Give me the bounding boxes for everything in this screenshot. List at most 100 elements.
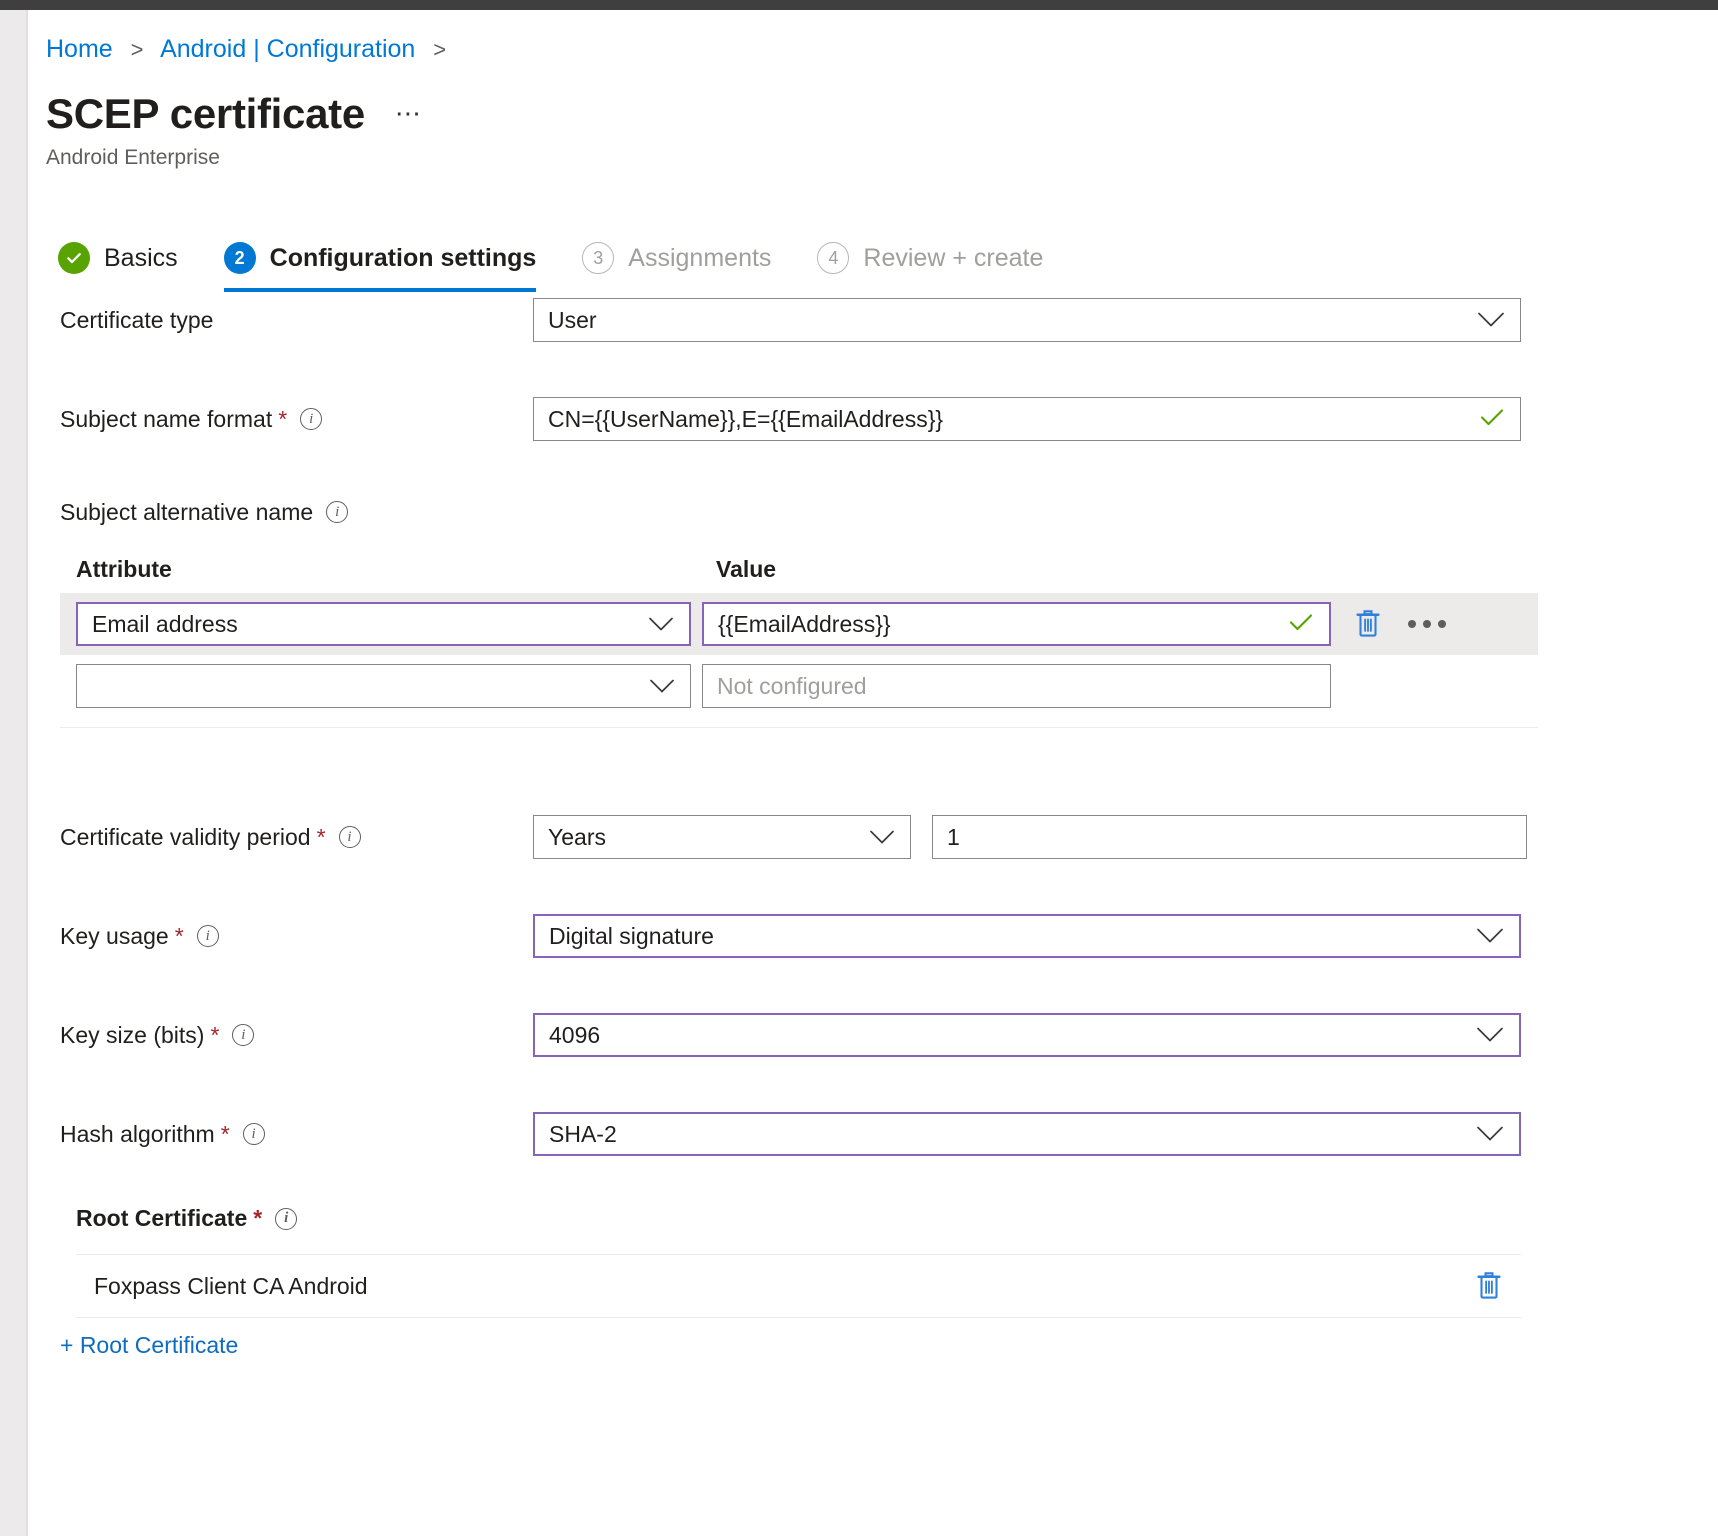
tab-assignments-label: Assignments [628,243,772,272]
breadcrumb-item-android-configuration[interactable]: Android | Configuration [160,35,415,63]
chevron-down-icon [1477,1022,1503,1049]
root-certificate-name: Foxpass Client CA Android [94,1272,368,1299]
breadcrumb-item-home[interactable]: Home [46,35,113,63]
tab-configuration-settings[interactable]: 2 Configuration settings [223,232,537,292]
subject-alternative-name-table: Attribute Value Email address {{EmailAdd… [60,556,1538,717]
field-row-key-size: Key size (bits) * i 4096 [28,1013,1718,1057]
delete-icon[interactable] [1475,1271,1503,1301]
field-row-key-usage: Key usage * i Digital signature [28,914,1718,958]
breadcrumb-separator-2: > [433,37,447,62]
key-usage-value: Digital signature [549,922,714,949]
table-row: Email address {{EmailAddress}} [60,593,1538,655]
san-value-cell: Not configured [700,664,1340,708]
breadcrumb: Home > Android | Configuration > [46,34,457,65]
subject-alternative-name-label: Subject alternative name i [28,496,1718,528]
validity-period-unit-select[interactable]: Years [533,815,911,859]
validity-period-amount-input[interactable]: 1 [932,815,1527,859]
subject-name-format-label: Subject name format * i [28,406,533,433]
left-rail [0,10,26,1536]
tab-basics[interactable]: Basics [58,232,178,292]
field-row-subject-name-format: Subject name format * i CN={{UserName}},… [28,397,1718,441]
san-value-cell: {{EmailAddress}} [700,602,1340,646]
key-size-value: 4096 [549,1021,601,1048]
key-size-select[interactable]: 4096 [533,1013,1521,1057]
san-attribute-value: Email address [92,610,238,637]
configuration-settings-form: Certificate type User Subject name forma… [28,298,1718,728]
more-actions-icon[interactable] [1408,620,1446,628]
tab-basics-label: Basics [104,243,178,272]
hash-algorithm-select[interactable]: SHA-2 [533,1112,1521,1156]
required-asterisk: * [278,405,288,432]
page-header: SCEP certificate ⋯ [46,90,423,138]
table-row: Not configured [60,655,1538,717]
required-asterisk: * [174,922,184,949]
page-subtitle: Android Enterprise [46,146,220,169]
san-attribute-select[interactable] [76,664,691,708]
root-certificate-section: Root Certificate * i Foxpass Client CA A… [28,1205,1718,1359]
section-divider [60,727,1538,728]
certificate-type-label: Certificate type [60,306,214,333]
step-number-badge: 3 [582,242,615,274]
root-certificate-heading: Root Certificate * i [28,1205,1718,1232]
san-value-input[interactable]: Not configured [702,664,1331,708]
column-header-value: Value [716,556,777,582]
wizard-tabs: Basics 2 Configuration settings 3 Assign… [58,232,1089,292]
valid-check-icon [1480,406,1504,433]
info-icon[interactable]: i [242,1123,265,1145]
hash-algorithm-label: Hash algorithm * i [28,1121,533,1148]
field-row-hash-algorithm: Hash algorithm * i SHA-2 [28,1112,1718,1156]
chevron-down-icon [650,673,674,700]
san-attribute-cell: Email address [60,602,700,646]
field-row-certificate-type: Certificate type User [28,298,1718,342]
validity-period-amount-value: 1 [947,823,960,850]
info-icon[interactable]: i [326,501,349,523]
info-icon[interactable]: i [196,925,219,947]
key-usage-select[interactable]: Digital signature [533,914,1521,958]
table-header-row: Attribute Value [60,556,1538,593]
certificate-type-value: User [548,306,597,333]
required-asterisk: * [253,1205,263,1231]
subject-name-format-input[interactable]: CN={{UserName}},E={{EmailAddress}} [533,397,1521,441]
required-asterisk: * [316,823,326,850]
tab-configuration-settings-label: Configuration settings [269,243,537,272]
info-icon[interactable]: i [300,408,323,430]
san-row-actions [1340,609,1446,639]
more-options-icon[interactable]: ⋯ [395,98,423,129]
tab-review-create[interactable]: 4 Review + create [817,232,1043,292]
chevron-down-icon [1478,307,1504,334]
key-usage-label: Key usage * i [28,923,533,950]
san-value-placeholder: Not configured [717,672,867,699]
valid-check-icon [1289,611,1313,638]
chevron-down-icon [649,611,673,638]
tab-assignments[interactable]: 3 Assignments [582,232,771,292]
san-value-input[interactable]: {{EmailAddress}} [702,602,1331,646]
san-value-text: {{EmailAddress}} [718,610,891,637]
check-circle-icon [58,242,90,274]
chevron-down-icon [870,824,894,851]
required-asterisk: * [220,1120,230,1147]
scep-certificate-page: Home > Android | Configuration > SCEP ce… [28,10,1718,1536]
info-icon[interactable]: i [275,1207,298,1230]
delete-icon[interactable] [1354,609,1382,639]
key-size-label: Key size (bits) * i [28,1022,533,1049]
certificate-type-select[interactable]: User [533,298,1521,342]
hash-algorithm-value: SHA-2 [549,1120,617,1147]
section-divider [76,1317,1521,1318]
add-root-certificate-link[interactable]: + Root Certificate [60,1332,238,1359]
certificate-validity-period-label: Certificate validity period * i [28,824,533,851]
chevron-down-icon [1477,1121,1503,1148]
breadcrumb-separator-1: > [130,37,144,62]
san-attribute-select[interactable]: Email address [76,602,691,646]
validity-period-unit-value: Years [548,823,606,850]
info-icon[interactable]: i [338,826,361,848]
info-icon[interactable]: i [232,1024,255,1046]
tab-review-create-label: Review + create [863,243,1044,272]
window-top-bar [0,0,1718,10]
field-row-certificate-validity-period: Certificate validity period * i Years 1 [28,815,1718,859]
step-number-badge: 2 [223,242,256,274]
chevron-down-icon [1477,923,1503,950]
certificate-parameters-form: Certificate validity period * i Years 1 … [28,815,1718,1211]
subject-name-format-value: CN={{UserName}},E={{EmailAddress}} [548,405,944,432]
page-title: SCEP certificate [46,90,365,137]
column-header-attribute: Attribute [76,556,172,582]
